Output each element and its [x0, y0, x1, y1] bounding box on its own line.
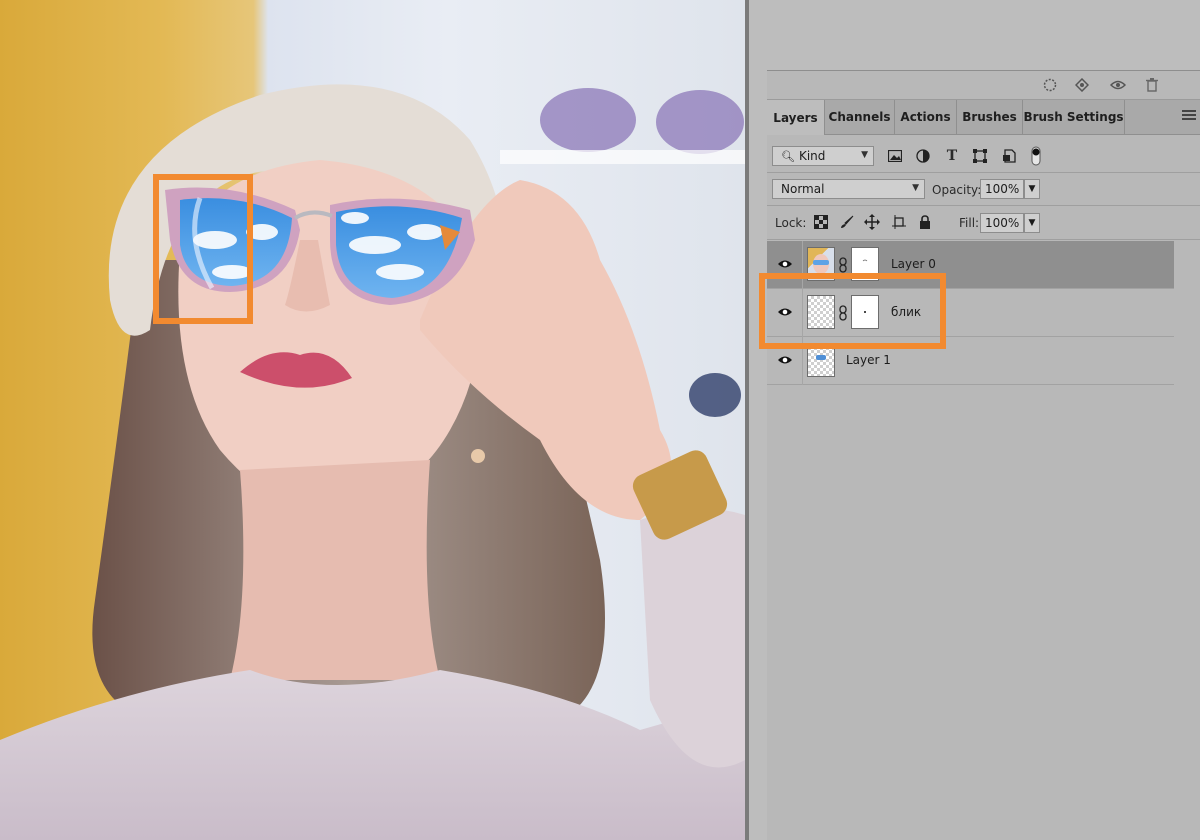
tab-actions[interactable]: Actions: [895, 100, 957, 134]
layer-name[interactable]: Layer 1: [846, 353, 891, 367]
fill-value: 100%: [985, 216, 1020, 230]
layers-panel-group: Layers Channels Actions Brushes Brush Se…: [759, 0, 1200, 840]
blend-row: Normal ▼ Opacity: 100% ▼: [767, 173, 1200, 206]
opacity-slider-button[interactable]: ▼: [1024, 179, 1040, 199]
tab-brush-settings[interactable]: Brush Settings: [1023, 100, 1125, 134]
fill-icon[interactable]: [1073, 76, 1091, 94]
filter-toggle-icon[interactable]: [1027, 146, 1045, 166]
fill-input[interactable]: 100%: [980, 213, 1024, 233]
adjustment-filter-icon[interactable]: [914, 147, 932, 165]
panel-tabs: Layers Channels Actions Brushes Brush Se…: [767, 100, 1200, 135]
panel-gutter: [749, 0, 768, 840]
upper-panel-toolbar: [767, 71, 1200, 100]
eye-icon[interactable]: [777, 353, 793, 367]
opacity-value: 100%: [985, 182, 1020, 196]
lock-pixels-icon[interactable]: [812, 213, 830, 231]
tab-brushes[interactable]: Brushes: [957, 100, 1023, 134]
smart-object-filter-icon[interactable]: [1000, 147, 1018, 165]
search-icon: 🔍︎: [781, 149, 795, 163]
panel-menu-icon[interactable]: [1182, 110, 1196, 122]
fill-label: Fill:: [959, 216, 980, 230]
chevron-down-icon: ▼: [1028, 218, 1036, 228]
type-filter-icon[interactable]: T: [943, 147, 961, 165]
lock-label: Lock:: [775, 216, 807, 230]
lock-all-icon[interactable]: [916, 213, 934, 231]
tab-layers[interactable]: Layers: [767, 100, 825, 135]
fill-slider-button[interactable]: ▼: [1024, 213, 1040, 233]
chevron-down-icon: ▼: [912, 183, 919, 193]
layer-highlight-frame: [759, 273, 946, 349]
shape-filter-icon[interactable]: [971, 147, 989, 165]
document-canvas[interactable]: [0, 0, 745, 840]
visibility-icon[interactable]: [1109, 76, 1127, 94]
lock-position-icon[interactable]: [863, 213, 881, 231]
photo-illustration: [0, 84, 745, 840]
glare-highlight-frame: [153, 174, 253, 324]
lock-artboard-icon[interactable]: [890, 213, 908, 231]
opacity-label: Opacity:: [932, 183, 982, 197]
kind-filter-label: Kind: [798, 149, 826, 163]
upper-panel-area: [767, 0, 1200, 71]
opacity-input[interactable]: 100%: [980, 179, 1024, 199]
lock-brush-icon[interactable]: [838, 213, 856, 231]
chain-link-icon[interactable]: [838, 257, 848, 273]
chevron-down-icon: ▼: [1028, 184, 1036, 194]
eye-icon[interactable]: [777, 257, 793, 271]
blend-mode-dropdown[interactable]: Normal ▼: [772, 179, 925, 199]
chevron-down-icon: ▼: [861, 150, 868, 160]
selection-icon[interactable]: [1041, 76, 1059, 94]
layer-name[interactable]: Layer 0: [891, 257, 936, 271]
tab-channels[interactable]: Channels: [825, 100, 895, 134]
trash-icon[interactable]: [1143, 76, 1161, 94]
image-filter-icon[interactable]: [886, 147, 904, 165]
blend-mode-value: Normal: [781, 182, 825, 196]
kind-filter-dropdown[interactable]: 🔍︎ Kind ▼: [772, 146, 874, 166]
lock-row: Lock: Fill: 100% ▼: [767, 206, 1200, 240]
